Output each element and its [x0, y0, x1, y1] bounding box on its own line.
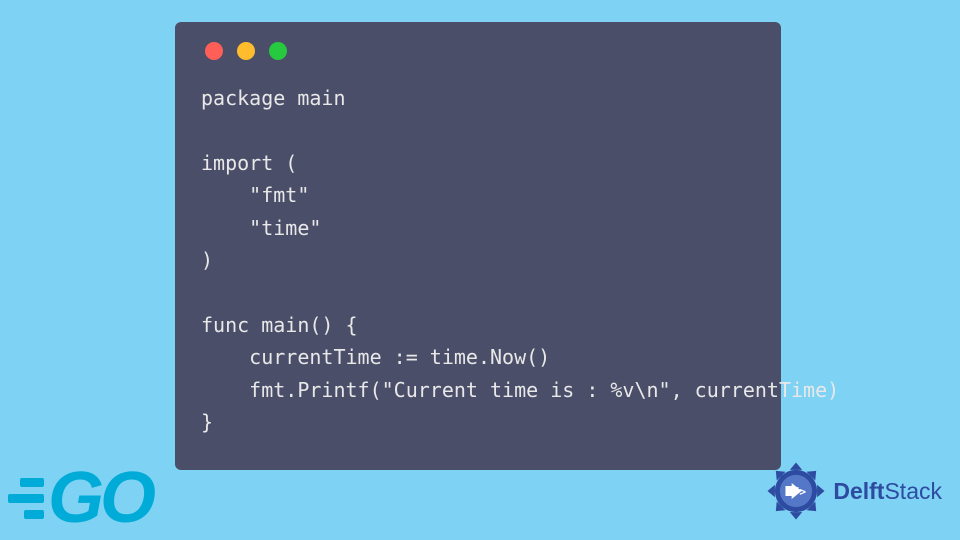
maximize-icon[interactable] [269, 42, 287, 60]
go-speed-lines-icon [8, 478, 44, 519]
delftstack-logo: </> DelftStack [765, 460, 942, 522]
delftstack-text: DelftStack [833, 478, 942, 505]
window-controls [201, 42, 755, 60]
code-window: package main import ( "fmt" "time" ) fun… [175, 22, 781, 470]
close-icon[interactable] [205, 42, 223, 60]
delft-rest: Stack [884, 478, 942, 504]
delftstack-gear-icon: </> [765, 460, 827, 522]
code-block: package main import ( "fmt" "time" ) fun… [201, 82, 755, 438]
minimize-icon[interactable] [237, 42, 255, 60]
svg-text:</>: </> [786, 485, 806, 498]
go-logo-text: GO [48, 462, 152, 534]
delft-bold: Delft [833, 478, 884, 504]
go-logo: GO [8, 462, 152, 534]
